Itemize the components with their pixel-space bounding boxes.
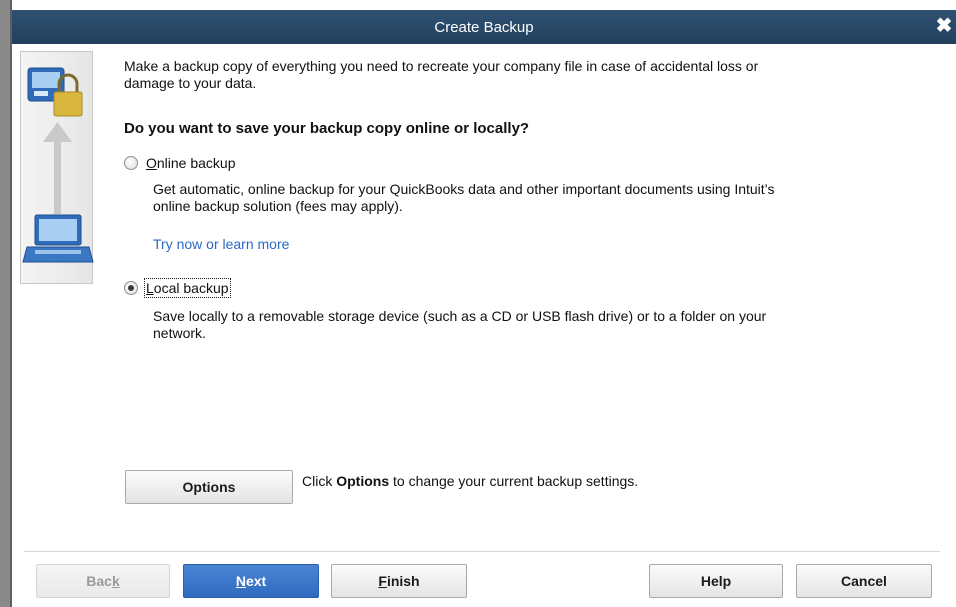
intro-block: Make a backup copy of everything you nee…: [124, 58, 924, 92]
help-button[interactable]: Help: [649, 564, 783, 598]
window-title: Create Backup: [434, 18, 534, 36]
options-button[interactable]: Options: [125, 470, 293, 504]
next-button[interactable]: Next: [183, 564, 319, 598]
cancel-button[interactable]: Cancel: [796, 564, 932, 598]
online-backup-description: Get automatic, online backup for your Qu…: [153, 181, 775, 214]
question-heading: Do you want to save your backup copy onl…: [124, 120, 530, 137]
local-backup-radio[interactable]: [124, 281, 138, 295]
title-bar: Create Backup ✖: [12, 10, 956, 44]
online-backup-option[interactable]: Online backup: [124, 155, 236, 171]
laptop-icon: [22, 214, 94, 263]
online-backup-label[interactable]: Online backup: [146, 155, 236, 171]
local-backup-option[interactable]: Local backup: [124, 278, 231, 298]
intro-text: Make a backup copy of everything you nee…: [124, 58, 759, 91]
options-hint: Click Options to change your current bac…: [302, 473, 639, 489]
footer-divider: [24, 551, 940, 552]
computer-lock-icon: [27, 67, 83, 117]
finish-button[interactable]: Finish: [331, 564, 467, 598]
side-illustration: [20, 51, 94, 284]
window-edge: [0, 0, 12, 607]
online-backup-radio[interactable]: [124, 156, 138, 170]
arrow-up-icon: [43, 122, 72, 214]
window-top: [12, 0, 956, 10]
try-now-link[interactable]: Try now or learn more: [153, 236, 289, 252]
close-icon[interactable]: ✖: [934, 14, 954, 38]
local-backup-description: Save locally to a removable storage devi…: [153, 308, 767, 341]
back-button[interactable]: Bac k: [36, 564, 170, 598]
local-backup-label[interactable]: Local backup: [144, 278, 231, 298]
